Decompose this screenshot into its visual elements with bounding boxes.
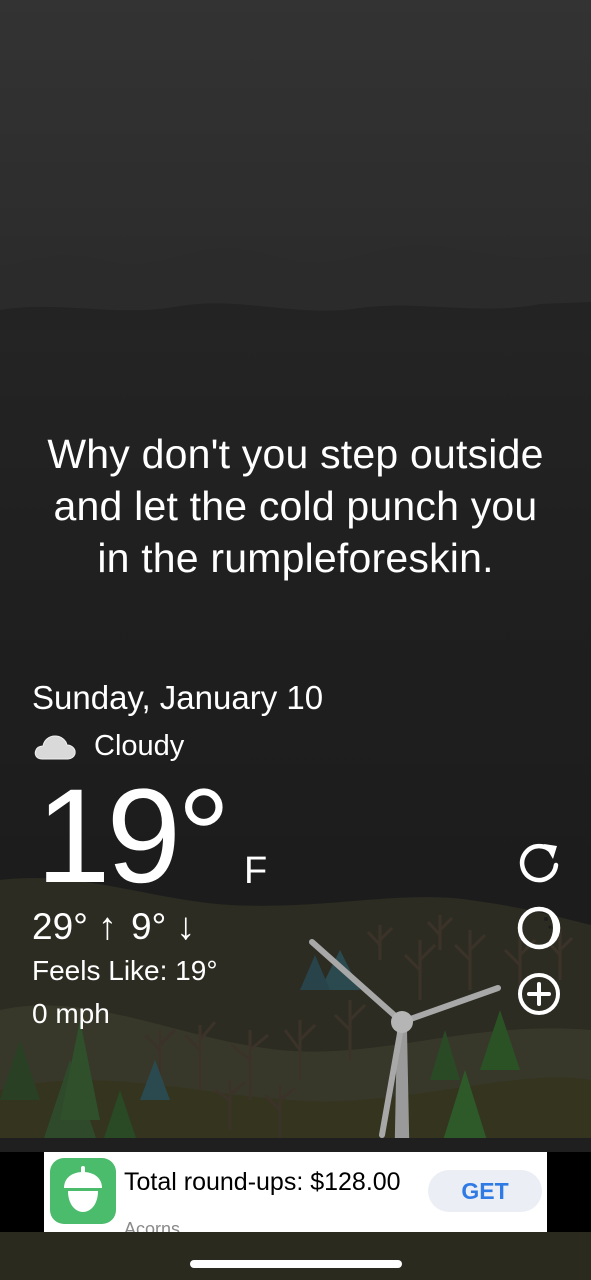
- high-low-row: 29° ↑ 9° ↓: [32, 904, 209, 950]
- up-arrow-icon: ↑: [97, 906, 117, 948]
- wind-speed: 0 mph: [32, 998, 110, 1029]
- acorn-icon: [50, 1158, 116, 1224]
- forecast-date: Sunday, January 10: [32, 679, 324, 716]
- quote-line-1: Why don't you step outside: [47, 431, 544, 477]
- current-temperature: 19°: [36, 762, 231, 911]
- snarky-quote: Why don't you step outside and let the c…: [20, 428, 571, 584]
- ad-banner[interactable]: Total round-ups: $128.00 Acorns GET: [44, 1152, 547, 1232]
- condition-row: Cloudy: [32, 726, 184, 766]
- ad-title: Total round-ups: $128.00: [124, 1168, 401, 1196]
- moon-phase-icon[interactable]: [516, 905, 562, 951]
- quote-line-3: in the rumpleforeskin.: [97, 535, 494, 581]
- add-circle-icon[interactable]: [516, 971, 562, 1017]
- ad-get-button[interactable]: GET: [428, 1170, 542, 1212]
- feels-like: Feels Like: 19°: [32, 955, 218, 986]
- home-indicator[interactable]: [190, 1260, 402, 1268]
- refresh-icon[interactable]: [516, 838, 562, 884]
- down-arrow-icon: ↓: [176, 906, 196, 948]
- cloud-icon: [34, 735, 76, 760]
- ground-bottom: [0, 1232, 591, 1280]
- landscape-background: [0, 244, 591, 1280]
- ad-subtitle: Acorns: [124, 1219, 181, 1232]
- low-temperature: 9°: [130, 906, 167, 947]
- temperature-unit-toggle[interactable]: F: [244, 850, 267, 893]
- high-temperature: 29°: [32, 906, 88, 947]
- weather-screen: Why don't you step outside and let the c…: [0, 0, 591, 1280]
- quote-line-2: and let the cold punch you: [53, 483, 538, 529]
- condition-label: Cloudy: [94, 729, 185, 762]
